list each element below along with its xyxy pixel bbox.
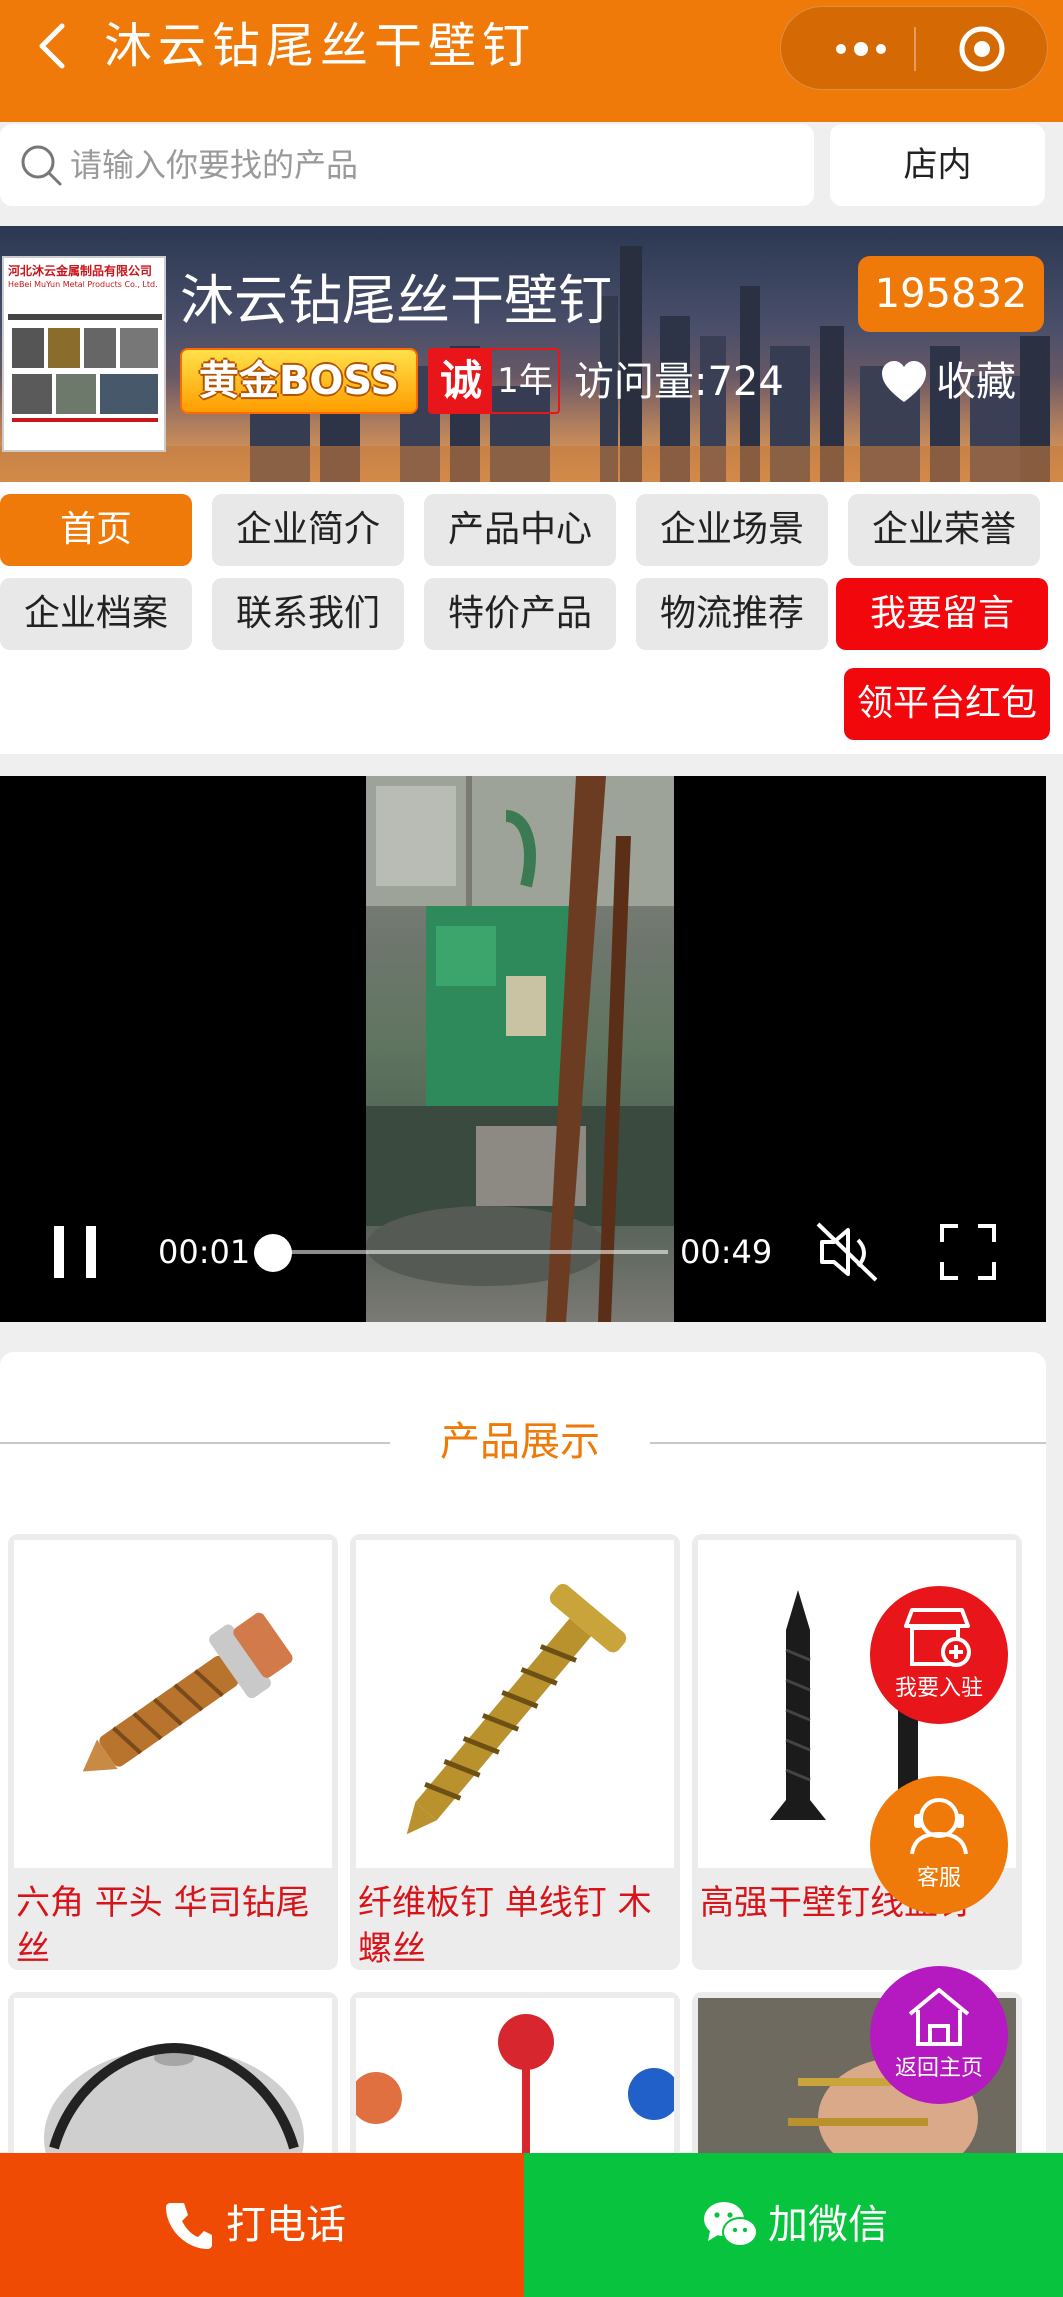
- fullscreen-icon[interactable]: [938, 1222, 998, 1282]
- integrity-badge: 诚 1年: [428, 348, 560, 414]
- video-duration: 00:49: [680, 1233, 773, 1271]
- gold-boss-badge: 黄金BOSS: [180, 348, 418, 414]
- in-store-search-button[interactable]: 店内: [830, 124, 1045, 206]
- video-frame: [366, 776, 674, 1322]
- product-card[interactable]: 纤维板钉 单线钉 木螺丝: [350, 1534, 680, 1970]
- store-navigation: 首页 企业简介 产品中心 企业场景 企业荣誉 企业档案 联系我们 特价产品 物流…: [0, 482, 1063, 754]
- section-divider-left: [0, 1442, 390, 1444]
- product-collage-icon: [8, 314, 162, 422]
- add-wechat-button[interactable]: 加微信: [524, 2153, 1063, 2297]
- bottom-action-bar: 打电话 加微信: [0, 2153, 1063, 2297]
- heart-icon: [882, 361, 926, 402]
- claim-red-packet-button[interactable]: 领平台红包: [844, 668, 1050, 740]
- visit-count: 访问量:724: [574, 359, 784, 405]
- wechat-label: 加微信: [768, 2202, 888, 2248]
- product-name: 纤维板钉 单线钉 木螺丝: [358, 1883, 652, 1969]
- customer-service-button[interactable]: 客服: [870, 1776, 1008, 1914]
- search-input[interactable]: 请输入你要找的产品: [0, 124, 814, 206]
- back-icon[interactable]: [22, 14, 86, 78]
- more-icon[interactable]: [803, 7, 913, 91]
- pause-icon[interactable]: [52, 1222, 98, 1282]
- factory-machine-image: [366, 776, 674, 1322]
- section-title: 产品展示: [440, 1419, 600, 1465]
- nav-company-profile[interactable]: 企业简介: [212, 494, 404, 566]
- store-id-badge: 195832: [858, 256, 1044, 332]
- mute-icon[interactable]: [816, 1222, 880, 1282]
- product-image: [14, 1540, 332, 1868]
- home-icon: [908, 1988, 970, 2046]
- nav-home[interactable]: 首页: [0, 494, 192, 566]
- nav-contact-us[interactable]: 联系我们: [212, 578, 404, 650]
- store-banner: 河北沐云金属制品有限公司 HeBei MuYun Metal Products …: [0, 226, 1063, 482]
- store-name: 沐云钻尾丝干壁钉: [180, 269, 612, 332]
- page-title: 沐云钻尾丝干壁钉: [104, 18, 537, 74]
- nav-company-honors[interactable]: 企业荣誉: [848, 494, 1040, 566]
- video-current-time: 00:01: [158, 1233, 251, 1271]
- nav-company-scenes[interactable]: 企业场景: [636, 494, 828, 566]
- back-home-button[interactable]: 返回主页: [870, 1966, 1008, 2104]
- page: { "topbar": {"title": "沐云钻尾丝干壁钉", "bg": …: [0, 0, 1063, 2297]
- search-placeholder: 请输入你要找的产品: [70, 146, 359, 184]
- nav-logistics[interactable]: 物流推荐: [636, 578, 828, 650]
- top-navigation-bar: 沐云钻尾丝干壁钉: [0, 0, 1063, 122]
- nav-company-archive[interactable]: 企业档案: [0, 578, 192, 650]
- join-store-button[interactable]: 我要入驻: [870, 1586, 1008, 1724]
- mini-program-capsule: [780, 6, 1048, 90]
- search-icon: [18, 142, 64, 188]
- company-logo-image: 河北沐云金属制品有限公司 HeBei MuYun Metal Products …: [2, 256, 166, 452]
- integrity-badge-icon: 诚: [430, 350, 492, 412]
- integrity-years: 1年: [497, 361, 553, 401]
- shop-icon: [904, 1608, 971, 1667]
- nav-product-center[interactable]: 产品中心: [424, 494, 616, 566]
- headset-icon: [910, 1798, 968, 1855]
- call-label: 打电话: [226, 2202, 346, 2248]
- favorite-label: 收藏: [936, 359, 1016, 405]
- nav-special-products[interactable]: 特价产品: [424, 578, 616, 650]
- call-button[interactable]: 打电话: [0, 2153, 524, 2297]
- phone-icon: [166, 2203, 212, 2249]
- close-miniprogram-icon[interactable]: [921, 7, 1041, 91]
- section-divider-right: [650, 1442, 1046, 1444]
- product-card[interactable]: 六角 平头 华司钻尾丝: [8, 1534, 338, 1970]
- join-store-label: 我要入驻: [894, 1676, 983, 1701]
- video-progress-knob[interactable]: [254, 1234, 292, 1272]
- customer-service-label: 客服: [916, 1866, 961, 1891]
- capsule-divider: [914, 27, 916, 71]
- product-image: [356, 1540, 674, 1868]
- video-player[interactable]: 00:01 00:49: [0, 776, 1046, 1322]
- back-home-label: 返回主页: [894, 2056, 983, 2081]
- video-progress-track[interactable]: [272, 1250, 668, 1254]
- nav-leave-message[interactable]: 我要留言: [836, 578, 1048, 650]
- product-name: 六角 平头 华司钻尾丝: [16, 1883, 310, 1969]
- wechat-icon: [704, 2202, 758, 2247]
